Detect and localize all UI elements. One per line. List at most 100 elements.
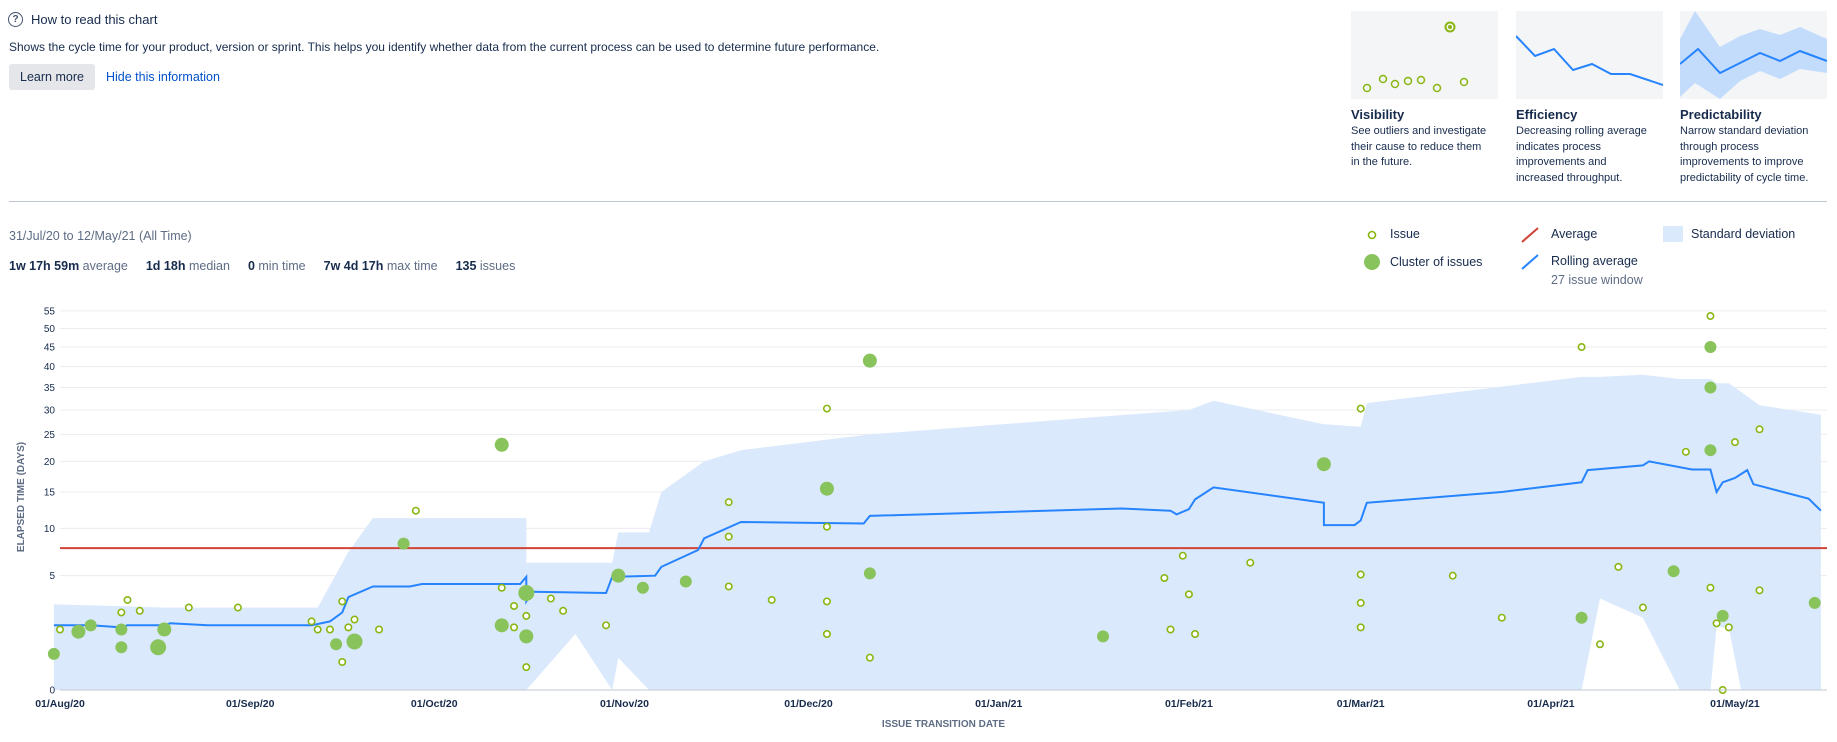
x-tick-label: 01/Aug/20 [35,698,85,710]
cluster-point[interactable] [330,638,343,651]
cluster-point[interactable] [84,619,97,632]
stat-issues: 135 issues [455,259,516,273]
issue-point[interactable] [1577,343,1586,352]
legend-issue-marker [1367,230,1377,240]
issue-point[interactable] [1614,562,1623,571]
cluster-point[interactable] [1667,565,1680,578]
issue-point[interactable] [559,606,568,615]
cluster-point[interactable] [115,623,128,636]
issue-point[interactable] [1178,551,1187,560]
issue-point[interactable] [184,603,193,612]
legend-stddev: Standard deviation [1691,227,1796,241]
issue-point[interactable] [338,597,347,606]
issue-point[interactable] [1724,623,1733,632]
issue-point[interactable] [1595,640,1604,649]
cluster-point[interactable] [150,639,167,656]
issue-point[interactable] [1755,586,1764,595]
cluster-point[interactable] [397,537,410,550]
issue-point[interactable] [1166,625,1175,634]
issue-point[interactable] [602,621,611,630]
issue-point[interactable] [233,603,242,612]
issue-point[interactable] [338,657,347,666]
issue-point[interactable] [1638,603,1647,612]
cluster-point[interactable] [1704,444,1717,457]
issue-point[interactable] [1448,571,1457,580]
stat-median: 1d 18h median [145,259,230,273]
issue-point[interactable] [510,623,519,632]
issue-point[interactable] [411,506,420,515]
y-tick-label: 15 [44,487,56,498]
issue-point[interactable] [822,522,831,531]
issue-point[interactable] [1356,623,1365,632]
issue-point[interactable] [822,404,831,413]
cluster-point[interactable] [157,622,172,637]
issue-point[interactable] [1755,425,1764,434]
legend-cluster-marker [1364,254,1380,270]
cluster-point[interactable] [346,633,363,650]
issue-point[interactable] [1191,629,1200,638]
issue-point[interactable] [1681,447,1690,456]
issue-point[interactable] [522,663,531,672]
issue-point[interactable] [375,625,384,634]
issue-point[interactable] [1706,312,1715,321]
cluster-point[interactable] [679,575,692,588]
cluster-point[interactable] [518,584,535,601]
issue-point[interactable] [1706,583,1715,592]
issue-point[interactable] [822,597,831,606]
cluster-point[interactable] [47,647,60,660]
cluster-point[interactable] [494,618,509,633]
cluster-point[interactable] [494,437,509,452]
issue-point[interactable] [307,617,316,626]
issue-point[interactable] [1730,438,1739,447]
control-chart[interactable]: 0 5 10 15 20 25 30 35 40 45 50 55 01/Aug/20 01/Sep/2… [0,290,1837,740]
x-tick-label: 01/Oct/20 [411,698,458,710]
cluster-point[interactable] [1316,457,1331,472]
learn-more-button[interactable]: Learn more [9,64,95,90]
y-tick-labels: 0 5 10 15 20 25 30 35 40 45 50 55 [44,306,56,696]
issue-point[interactable] [1356,404,1365,413]
cluster-point[interactable] [519,629,534,644]
cluster-point[interactable] [1704,341,1717,354]
cluster-point[interactable] [819,481,834,496]
cluster-point[interactable] [863,567,876,580]
issue-point[interactable] [546,594,555,603]
issue-point[interactable] [55,625,64,634]
issue-point[interactable] [1712,619,1721,628]
cluster-point[interactable] [1097,630,1110,643]
issue-point[interactable] [822,629,831,638]
issue-point[interactable] [123,595,132,604]
cluster-point[interactable] [1808,596,1821,609]
issue-point[interactable] [1246,558,1255,567]
cluster-point[interactable] [636,581,649,594]
issue-point[interactable] [767,595,776,604]
issue-point[interactable] [1160,573,1169,582]
issue-point[interactable] [350,615,359,624]
issue-point[interactable] [1497,613,1506,622]
y-tick-label: 45 [44,343,56,354]
cluster-point[interactable] [1575,611,1588,624]
issue-point[interactable] [865,653,874,662]
issue-point[interactable] [510,601,519,610]
issue-point[interactable] [724,532,733,541]
visibility-thumbnail [1351,11,1498,99]
hide-information-link[interactable]: Hide this information [106,70,220,84]
cluster-point[interactable] [611,568,626,583]
predictability-card-title: Predictability [1680,107,1762,122]
cluster-point[interactable] [115,641,128,654]
issue-point[interactable] [724,582,733,591]
issue-point[interactable] [1356,570,1365,579]
cluster-point[interactable] [1704,381,1717,394]
issue-point[interactable] [344,623,353,632]
issue-point[interactable] [117,608,126,617]
cluster-point[interactable] [71,624,86,639]
issue-point[interactable] [135,606,144,615]
issue-point[interactable] [1356,598,1365,607]
predictability-line: Narrow standard deviation [1680,125,1809,137]
issue-point[interactable] [522,611,531,620]
issue-point[interactable] [313,625,322,634]
issue-point[interactable] [724,498,733,507]
issue-point[interactable] [325,625,334,634]
issue-point[interactable] [497,583,506,592]
issue-point[interactable] [1184,590,1193,599]
cluster-point[interactable] [862,353,877,368]
